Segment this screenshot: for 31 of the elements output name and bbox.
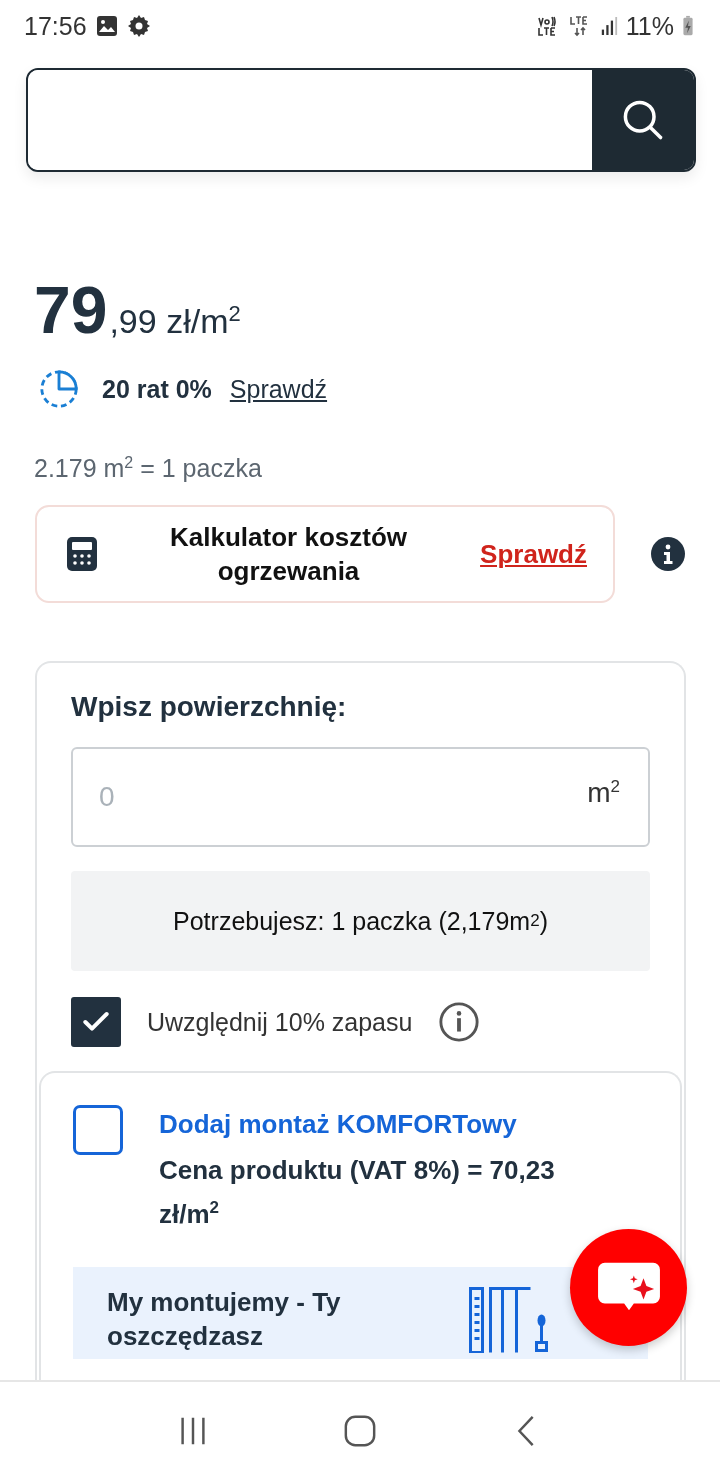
status-time: 17:56	[24, 11, 87, 41]
search-button[interactable]	[592, 70, 694, 170]
image-icon	[94, 14, 119, 38]
installments-text: 20 rat 0%	[102, 374, 212, 404]
signal-icon	[599, 15, 618, 37]
area-label: Wpisz powierzchnię:	[71, 691, 348, 724]
settings-icon	[126, 14, 151, 38]
home-icon[interactable]	[343, 1414, 377, 1448]
chat-button[interactable]	[570, 1229, 687, 1346]
installation-checkbox[interactable]	[73, 1105, 123, 1156]
package-info: 2.179 m$^{2}$ = 1 paczka	[34, 454, 263, 484]
installation-price: Cena produktu (VAT 8%) = 70,23 zł/m$^{2}$	[159, 1154, 556, 1231]
unit-label: m$^{2}$	[587, 777, 620, 810]
battery-percent: 11%	[625, 11, 674, 41]
search-icon	[621, 98, 665, 142]
battery-icon	[682, 15, 694, 37]
calculator-title: Kalkulator kosztów ogrzewania	[169, 521, 408, 589]
installation-title[interactable]: Dodaj montaż KOMFORTowy	[159, 1107, 599, 1142]
info-icon[interactable]	[651, 537, 685, 572]
calculator-icon	[67, 537, 97, 572]
calculator-banner[interactable]: Kalkulator kosztów ogrzewania Sprawdź	[35, 505, 615, 604]
price-whole: 79	[34, 272, 108, 348]
info-icon[interactable]	[438, 1001, 481, 1044]
reserve-checkbox[interactable]	[71, 997, 121, 1048]
calculator-link[interactable]: Sprawdź	[480, 538, 587, 570]
banner-text: My montujemy - Ty oszczędzasz	[107, 1286, 342, 1353]
reserve-label: Uwzględnij 10% zapasu	[147, 1007, 413, 1037]
search-field[interactable]	[26, 68, 696, 172]
pie-clock-icon	[38, 368, 80, 410]
installments-link[interactable]: Sprawdź	[229, 374, 328, 404]
price-fraction: ,99 zł/m$^{2}$	[109, 300, 241, 341]
